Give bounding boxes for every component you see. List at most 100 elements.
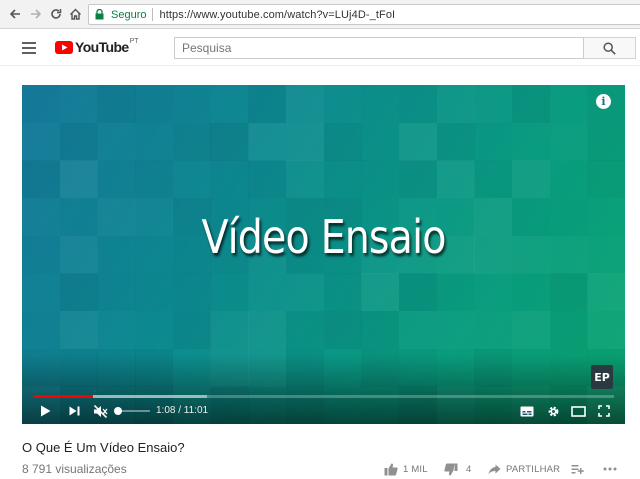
- mosaic-tile: [97, 85, 136, 124]
- mosaic-tile: [587, 236, 625, 274]
- mosaic-tile: [474, 123, 512, 161]
- mosaic-tile: [285, 85, 324, 124]
- muted-volume-icon[interactable]: [92, 402, 108, 420]
- settings-gear-icon[interactable]: [545, 402, 561, 420]
- mosaic-tile: [587, 123, 625, 161]
- mosaic-tile: [511, 85, 551, 124]
- menu-icon[interactable]: [22, 42, 36, 54]
- mosaic-tile: [324, 273, 362, 311]
- mosaic-tile: [398, 122, 438, 161]
- mosaic-tile: [550, 123, 588, 161]
- mosaic-tile: [59, 122, 98, 161]
- channel-watermark[interactable]: EP: [591, 365, 613, 389]
- mosaic-tile: [474, 85, 512, 123]
- youtube-play-logo-icon: [55, 40, 73, 54]
- mosaic-tile: [361, 273, 400, 312]
- mosaic-tile: [22, 123, 60, 161]
- omnibox-divider: [152, 8, 154, 21]
- theater-mode-icon[interactable]: [570, 402, 586, 420]
- mosaic-tile: [210, 160, 248, 198]
- mosaic-tile: [248, 122, 287, 161]
- mosaic-tile: [324, 160, 362, 198]
- volume-handle[interactable]: [114, 407, 122, 415]
- mosaic-tile: [550, 160, 588, 198]
- mosaic-tile: [549, 273, 588, 312]
- mosaic-tile: [512, 273, 550, 311]
- mosaic-tile: [248, 160, 287, 199]
- mosaic-tile: [135, 123, 173, 161]
- dislike-button[interactable]: 4: [444, 460, 471, 478]
- mosaic-tile: [22, 198, 60, 236]
- mosaic-tile: [323, 122, 362, 161]
- mosaic-tile: [172, 311, 211, 350]
- thumbs-down-icon: [444, 463, 458, 475]
- share-label: PARTILHAR: [506, 463, 561, 475]
- search-input[interactable]: Pesquisa: [174, 37, 584, 59]
- view-count: 8 791 visualizações: [22, 462, 127, 476]
- subtitles-icon[interactable]: [519, 402, 535, 420]
- add-to-playlist-button[interactable]: [571, 460, 584, 478]
- address-bar[interactable]: Seguro https://www.youtube.com/watch?v=L…: [88, 4, 640, 25]
- video-overlay-title: Vídeo Ensaio: [201, 210, 446, 264]
- lock-icon: [95, 9, 107, 21]
- video-player[interactable]: Vídeo Ensaio i EP 1:08 / 11:01: [22, 85, 625, 424]
- mosaic-tile: [398, 273, 438, 312]
- mosaic-tile: [549, 311, 588, 350]
- mosaic-tile: [210, 311, 248, 349]
- mosaic-tile: [172, 273, 211, 312]
- more-horizontal-icon: [603, 467, 617, 471]
- mosaic-tile: [361, 160, 399, 198]
- mosaic-tile: [22, 160, 61, 199]
- mosaic-tile: [173, 160, 211, 198]
- mosaic-tile: [97, 311, 135, 349]
- volume-slider[interactable]: [114, 407, 150, 415]
- mosaic-tile: [60, 311, 98, 349]
- like-count: 1 MIL: [403, 463, 428, 475]
- mosaic-tile: [361, 311, 400, 350]
- mosaic-tile: [511, 160, 551, 199]
- mosaic-tile: [210, 122, 249, 161]
- add-to-playlist-icon: [571, 464, 584, 474]
- search-button[interactable]: [584, 37, 636, 59]
- mosaic-tile: [437, 85, 475, 123]
- next-icon[interactable]: [67, 402, 81, 420]
- time-display: 1:08 / 11:01: [156, 405, 209, 416]
- mosaic-tile: [550, 85, 588, 123]
- info-icon[interactable]: i: [596, 94, 611, 109]
- more-actions-button[interactable]: [603, 460, 617, 478]
- mosaic-tile: [248, 273, 286, 311]
- mosaic-tile: [97, 273, 135, 311]
- thumbs-up-icon: [384, 463, 398, 475]
- mosaic-tile: [97, 160, 135, 198]
- mosaic-tile: [97, 123, 135, 161]
- mosaic-tile: [587, 160, 625, 199]
- mosaic-tile: [437, 273, 475, 311]
- mosaic-tile: [285, 311, 324, 350]
- mosaic-tile: [22, 311, 60, 349]
- mosaic-tile: [248, 85, 287, 124]
- mosaic-tile: [398, 160, 438, 199]
- mosaic-tile: [474, 311, 512, 349]
- reload-icon[interactable]: [47, 5, 65, 23]
- mosaic-tile: [22, 273, 60, 311]
- forward-arrow-icon[interactable]: [27, 5, 45, 23]
- mosaic-tile: [172, 122, 211, 161]
- home-icon[interactable]: [66, 5, 84, 23]
- like-button[interactable]: 1 MIL: [384, 460, 428, 478]
- mosaic-tile: [210, 273, 248, 311]
- mosaic-tile: [437, 311, 475, 349]
- back-arrow-icon[interactable]: [6, 5, 24, 23]
- mosaic-tile: [59, 273, 98, 312]
- share-button[interactable]: PARTILHAR: [488, 460, 560, 478]
- mosaic-tile: [285, 122, 324, 161]
- mosaic-tile: [59, 160, 98, 199]
- mosaic-tile: [399, 311, 437, 349]
- share-arrow-icon: [488, 464, 501, 474]
- mosaic-tile: [286, 160, 324, 198]
- url-text[interactable]: https://www.youtube.com/watch?v=LUj4D-_t…: [159, 9, 395, 21]
- youtube-logo[interactable]: YouTube PT: [55, 38, 139, 55]
- player-controls: 1:08 / 11:01: [22, 398, 625, 424]
- play-icon[interactable]: [38, 402, 52, 420]
- mosaic-tile: [361, 85, 399, 123]
- fullscreen-icon[interactable]: [596, 402, 612, 420]
